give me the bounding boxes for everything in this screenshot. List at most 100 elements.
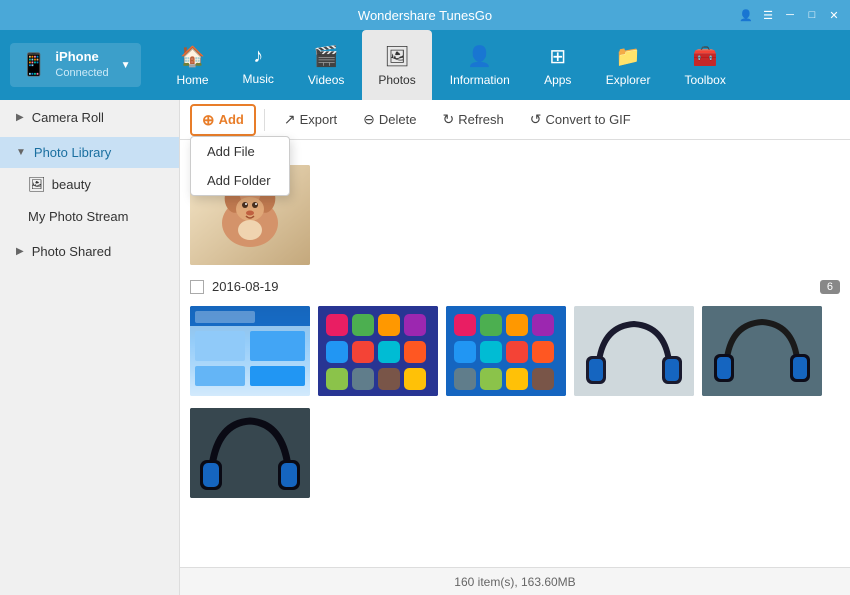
device-icon: 📱 xyxy=(20,52,47,78)
tab-home[interactable]: 🏠 Home xyxy=(161,30,225,100)
tab-apps-label: Apps xyxy=(544,73,571,87)
sidebar-item-beauty-label: beauty xyxy=(52,177,91,192)
convert-gif-button-label: Convert to GIF xyxy=(545,112,630,127)
video-icon: 🎬 xyxy=(314,44,339,69)
group-2-header-left: 2016-08-19 xyxy=(190,279,279,294)
sidebar-section-shared: ▶ Photo Shared xyxy=(0,234,179,269)
device-status: Connected xyxy=(55,66,108,80)
explorer-icon: 📁 xyxy=(616,44,641,69)
tab-videos[interactable]: 🎬 Videos xyxy=(292,30,360,100)
refresh-button-label: Refresh xyxy=(458,112,504,127)
sidebar: ▶ Camera Roll ▼ Photo Library 🖼 beauty M… xyxy=(0,100,180,595)
tab-music-label: Music xyxy=(243,72,274,86)
sidebar-item-my-photo-stream-label: My Photo Stream xyxy=(28,209,128,224)
photo-thumb-phone1[interactable] xyxy=(318,306,438,396)
photos-grid-2 xyxy=(190,306,840,396)
chevron-right-icon: ▶ xyxy=(16,112,24,123)
photo-thumb-headphones-light[interactable] xyxy=(574,306,694,396)
tab-photos[interactable]: 🖼 Photos xyxy=(362,30,431,100)
photos-grid-3 xyxy=(190,408,840,498)
music-icon: ♪ xyxy=(253,45,263,68)
add-folder-label: Add Folder xyxy=(207,173,271,188)
tab-toolbox-label: Toolbox xyxy=(684,73,725,87)
group-2-checkbox[interactable] xyxy=(190,280,204,294)
minimize-icon[interactable]: ─ xyxy=(782,7,798,23)
sidebar-item-camera-roll[interactable]: ▶ Camera Roll xyxy=(0,102,179,133)
convert-gif-icon: ↺ xyxy=(530,111,542,128)
delete-icon: ⊖ xyxy=(363,111,375,128)
tab-photos-label: Photos xyxy=(378,73,415,87)
tab-home-label: Home xyxy=(177,73,209,87)
sidebar-section-camera: ▶ Camera Roll xyxy=(0,100,179,135)
photos-icon: 🖼 xyxy=(384,44,409,69)
tab-videos-label: Videos xyxy=(308,73,344,87)
photo-group-3 xyxy=(190,408,840,498)
toolbox-icon: 🧰 xyxy=(693,44,718,69)
home-icon: 🏠 xyxy=(180,44,205,69)
tab-information-label: Information xyxy=(450,73,510,87)
add-file-label: Add File xyxy=(207,144,255,159)
add-circle-icon: ⊕ xyxy=(202,111,215,129)
delete-button[interactable]: ⊖ Delete xyxy=(352,105,427,134)
nav-tabs: 🏠 Home ♪ Music 🎬 Videos 🖼 Photos 👤 Infor… xyxy=(161,30,742,100)
dropdown-add-folder[interactable]: Add Folder xyxy=(191,166,289,195)
photos-area[interactable]: 1 xyxy=(180,140,850,567)
group-2-date: 2016-08-19 xyxy=(212,279,279,294)
add-dropdown-menu: Add File Add Folder xyxy=(190,136,290,196)
sidebar-item-photo-library[interactable]: ▼ Photo Library xyxy=(0,137,179,168)
sidebar-section-library: ▼ Photo Library 🖼 beauty My Photo Stream xyxy=(0,135,179,234)
content-area: ⊕ Add Add File Add Folder ↗ Export ⊖ Del… xyxy=(180,100,850,595)
export-button[interactable]: ↗ Export xyxy=(273,105,348,134)
dropdown-add-file[interactable]: Add File xyxy=(191,137,289,166)
add-button[interactable]: ⊕ Add xyxy=(190,104,256,136)
sidebar-item-photo-library-label: Photo Library xyxy=(34,145,111,160)
photo-thumb-screenshot[interactable] xyxy=(190,306,310,396)
menu-icon[interactable]: ☰ xyxy=(760,7,776,23)
export-button-label: Export xyxy=(300,112,338,127)
photo-thumb-phone2[interactable] xyxy=(446,306,566,396)
photo-thumb-headphones-dark[interactable] xyxy=(702,306,822,396)
tab-explorer-label: Explorer xyxy=(606,73,651,87)
app-title: Wondershare TunesGo xyxy=(358,8,492,23)
device-dropdown-arrow[interactable]: ▼ xyxy=(121,60,131,71)
photo-group-2: 2016-08-19 6 xyxy=(190,275,840,396)
delete-button-label: Delete xyxy=(379,112,417,127)
refresh-button[interactable]: ↻ Refresh xyxy=(431,105,514,134)
sidebar-item-camera-roll-label: Camera Roll xyxy=(32,110,104,125)
chevron-down-icon: ▼ xyxy=(16,147,26,158)
status-bar: 160 item(s), 163.60MB xyxy=(180,567,850,595)
window-controls: 👤 ☰ ─ □ ✕ xyxy=(738,7,842,23)
main-container: ▶ Camera Roll ▼ Photo Library 🖼 beauty M… xyxy=(0,100,850,595)
add-button-label: Add xyxy=(219,112,244,127)
refresh-icon: ↻ xyxy=(442,111,454,128)
user-icon[interactable]: 👤 xyxy=(738,7,754,23)
chevron-right-icon2: ▶ xyxy=(16,246,24,257)
toolbar: ⊕ Add Add File Add Folder ↗ Export ⊖ Del… xyxy=(180,100,850,140)
group-2-count: 6 xyxy=(820,280,840,294)
sidebar-item-photo-shared-label: Photo Shared xyxy=(32,244,112,259)
sidebar-item-beauty[interactable]: 🖼 beauty xyxy=(0,168,179,201)
status-text: 160 item(s), 163.60MB xyxy=(454,575,575,589)
tab-toolbox[interactable]: 🧰 Toolbox xyxy=(668,30,741,100)
apps-icon: ⊞ xyxy=(549,44,566,69)
photo-icon: 🖼 xyxy=(28,176,46,193)
sidebar-item-photo-shared[interactable]: ▶ Photo Shared xyxy=(0,236,179,267)
tab-music[interactable]: ♪ Music xyxy=(227,30,290,100)
title-bar: Wondershare TunesGo 👤 ☰ ─ □ ✕ xyxy=(0,0,850,30)
maximize-icon[interactable]: □ xyxy=(804,7,820,23)
device-info[interactable]: 📱 iPhone Connected ▼ xyxy=(10,43,141,86)
tab-information[interactable]: 👤 Information xyxy=(434,30,526,100)
convert-gif-button[interactable]: ↺ Convert to GIF xyxy=(519,105,642,134)
device-text: iPhone Connected xyxy=(55,49,108,80)
device-name: iPhone xyxy=(55,49,108,66)
photo-group-2-header: 2016-08-19 6 xyxy=(190,275,840,298)
close-icon[interactable]: ✕ xyxy=(826,7,842,23)
sidebar-item-my-photo-stream[interactable]: My Photo Stream xyxy=(0,201,179,232)
export-icon: ↗ xyxy=(284,111,296,128)
tab-apps[interactable]: ⊞ Apps xyxy=(528,30,588,100)
information-icon: 👤 xyxy=(467,44,492,69)
tab-explorer[interactable]: 📁 Explorer xyxy=(590,30,667,100)
nav-bar: 📱 iPhone Connected ▼ 🏠 Home ♪ Music 🎬 Vi… xyxy=(0,30,850,100)
photo-thumb-headphones-large[interactable] xyxy=(190,408,310,498)
toolbar-divider-1 xyxy=(264,109,265,131)
